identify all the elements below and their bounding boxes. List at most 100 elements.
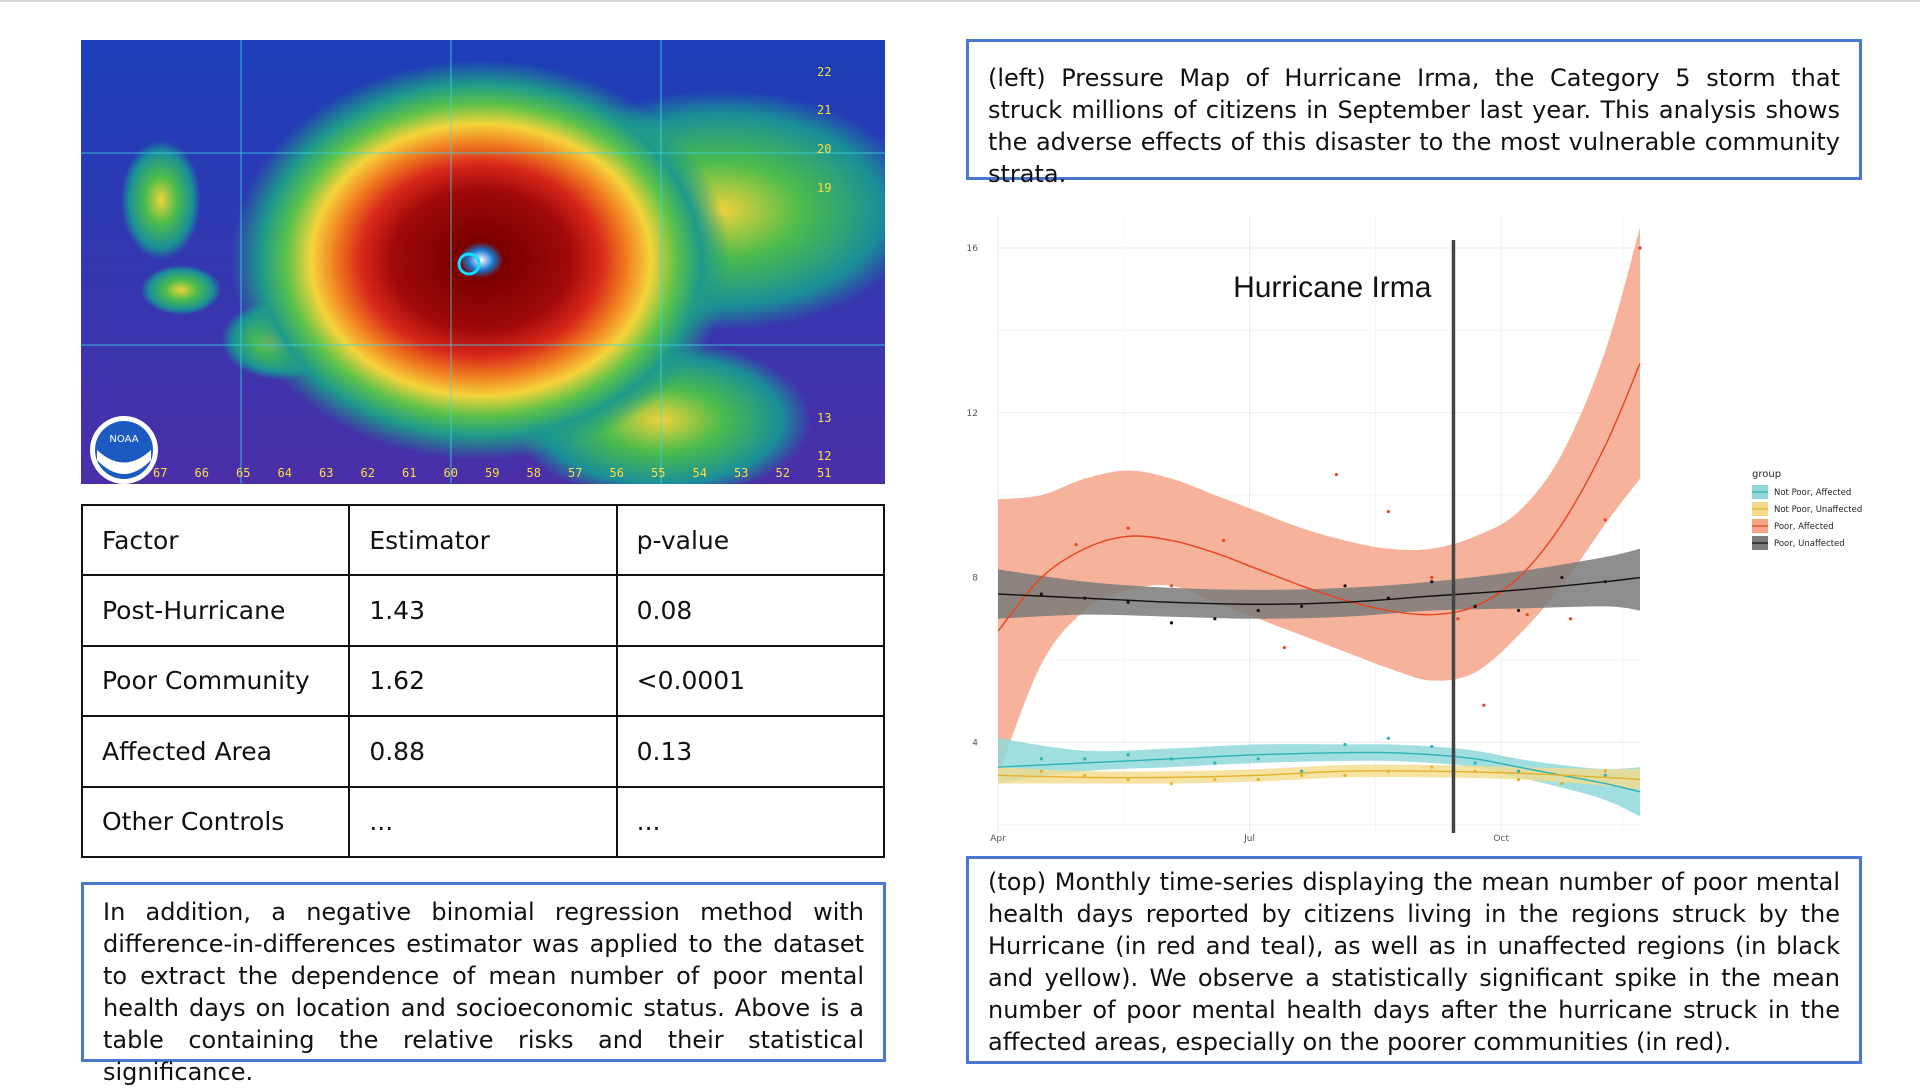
regression-caption: In addition, a negative binomial regress… — [81, 882, 886, 1086]
data-point — [1334, 472, 1338, 477]
data-point — [1083, 773, 1087, 777]
data-point — [1603, 769, 1607, 773]
data-point — [1473, 604, 1477, 608]
y-tick-label: 16 — [967, 244, 979, 254]
data-point — [1256, 777, 1260, 782]
x-tick-label: Oct — [1493, 834, 1509, 844]
lon-label: 51 — [817, 466, 831, 480]
lon-label: 53 — [734, 466, 748, 480]
table-cell: ... — [348, 785, 618, 859]
data-point — [1039, 592, 1043, 596]
y-tick-label: 12 — [967, 409, 978, 419]
data-point — [1386, 736, 1391, 740]
confidence-band — [998, 227, 1640, 776]
map-caption: (left) Pressure Map of Hurricane Irma, t… — [966, 39, 1862, 188]
top-divider — [0, 0, 1920, 2]
data-point — [1126, 753, 1130, 757]
legend-label: Not Poor, Unaffected — [1774, 505, 1862, 515]
data-point — [1221, 538, 1226, 543]
data-point — [1603, 518, 1607, 522]
data-point — [1386, 769, 1391, 773]
data-point — [1525, 613, 1529, 617]
data-point — [1430, 580, 1434, 584]
data-point — [1386, 510, 1391, 514]
lat-label: 13 — [817, 411, 831, 425]
data-point — [1074, 543, 1078, 547]
data-point — [1169, 584, 1174, 588]
data-point — [1126, 526, 1130, 530]
lat-label: 21 — [817, 103, 831, 117]
data-point — [1039, 757, 1043, 761]
data-point — [1282, 646, 1286, 650]
table-cell: Other Controls — [80, 785, 351, 859]
data-point — [1473, 761, 1477, 765]
data-point — [1213, 617, 1217, 621]
data-point — [1386, 596, 1391, 600]
x-tick-label: Jul — [1243, 834, 1255, 844]
data-point — [1343, 742, 1347, 747]
data-point — [1456, 617, 1460, 621]
lat-label: 22 — [817, 65, 831, 79]
data-point — [1169, 621, 1174, 625]
table-header-cell: Estimator — [348, 503, 618, 577]
data-point — [1256, 608, 1260, 613]
data-point — [1213, 761, 1217, 765]
data-point — [1169, 757, 1174, 761]
lon-label: 59 — [485, 466, 499, 480]
lon-label: 62 — [361, 466, 375, 480]
data-point — [1213, 777, 1217, 782]
legend-label: Not Poor, Affected — [1774, 488, 1851, 498]
hurricane-annotation: Hurricane Irma — [1233, 271, 1432, 304]
lon-label: 64 — [278, 466, 292, 480]
data-point — [1039, 769, 1043, 773]
table-cell: 0.13 — [615, 715, 886, 788]
data-point — [1300, 769, 1304, 773]
legend-label: Poor, Affected — [1774, 522, 1834, 532]
table-header-cell: p-value — [615, 503, 886, 577]
table-cell: ... — [615, 785, 886, 859]
data-point — [1516, 769, 1521, 773]
hurricane-satellite-map: 22 21 20 19 13 12 67 66 65 64 63 62 61 60 59 58 57… — [81, 40, 885, 484]
lat-label: 12 — [817, 449, 831, 463]
lon-label: 52 — [776, 466, 790, 480]
table-cell: 1.62 — [348, 644, 618, 718]
table-cell: Post-Hurricane — [80, 574, 351, 647]
data-point — [1638, 246, 1642, 250]
x-tick-label: Apr — [990, 834, 1006, 844]
y-tick-label: 4 — [972, 738, 978, 748]
table-row: Post-Hurricane 1.43 0.08 — [80, 574, 886, 647]
lon-label: 63 — [319, 466, 333, 480]
data-point — [1083, 757, 1087, 761]
data-point — [1169, 781, 1174, 786]
data-point — [1256, 757, 1260, 761]
data-point — [1430, 575, 1434, 580]
table-cell: Affected Area — [80, 715, 351, 788]
table-cell: 0.08 — [615, 574, 886, 647]
noaa-logo-text: NOAA — [109, 434, 138, 445]
data-point — [1083, 596, 1087, 600]
data-point — [1568, 617, 1573, 621]
data-point — [1126, 777, 1130, 782]
lon-label: 58 — [527, 466, 541, 480]
lon-label: 67 — [153, 466, 167, 480]
table-cell: <0.0001 — [615, 644, 886, 718]
data-point — [1430, 765, 1434, 769]
data-point — [1473, 769, 1477, 773]
data-point — [1560, 781, 1564, 786]
table-header-row: Factor Estimator p-value — [80, 503, 886, 577]
lon-label: 65 — [236, 466, 250, 480]
lon-label: 55 — [651, 466, 665, 480]
lat-label: 20 — [817, 142, 831, 156]
data-point — [1300, 773, 1304, 777]
lat-label: 19 — [817, 181, 831, 195]
time-series-chart: 4 8 12 16 Apr Jul Oct Hurricane Irma group Not Po… — [940, 205, 1880, 845]
table-cell: Poor Community — [80, 644, 351, 718]
lon-label: 60 — [444, 466, 458, 480]
time-series-caption: (top) Monthly time-series displaying the… — [966, 856, 1862, 1064]
lon-label: 54 — [693, 466, 707, 480]
data-point — [1300, 604, 1304, 608]
data-point — [1560, 575, 1564, 580]
data-point — [1603, 773, 1607, 777]
data-point — [1516, 777, 1521, 782]
table-row: Affected Area 0.88 0.13 — [80, 715, 886, 788]
